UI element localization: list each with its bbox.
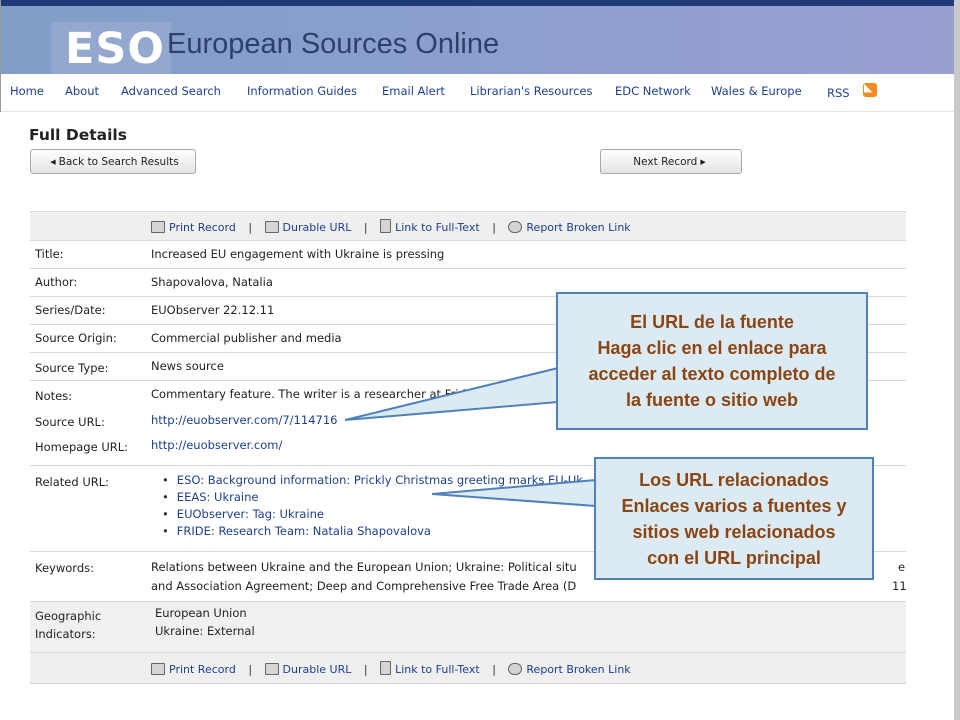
source-callout-pointer	[344, 366, 559, 421]
callout-line: El URL de la fuente	[630, 312, 794, 332]
callout-line: Enlaces varios a fuentes y	[621, 495, 847, 516]
callout-line: con el URL principal	[647, 547, 821, 568]
callout-related-url: Los URL relacionados Enlaces varios a fu…	[594, 457, 874, 580]
callout-line: la fuente o sitio web	[625, 390, 799, 410]
callout-line: Haga clic en el enlace para	[597, 338, 827, 358]
callout-line: sitios web relacionados	[632, 521, 836, 542]
callout-line: Los URL relacionados	[639, 469, 829, 490]
related-callout-pointer	[431, 478, 597, 508]
callout-line: acceder al texto completo de	[588, 364, 836, 384]
callout-source-url: El URL de la fuente Haga clic en el enla…	[556, 292, 868, 430]
